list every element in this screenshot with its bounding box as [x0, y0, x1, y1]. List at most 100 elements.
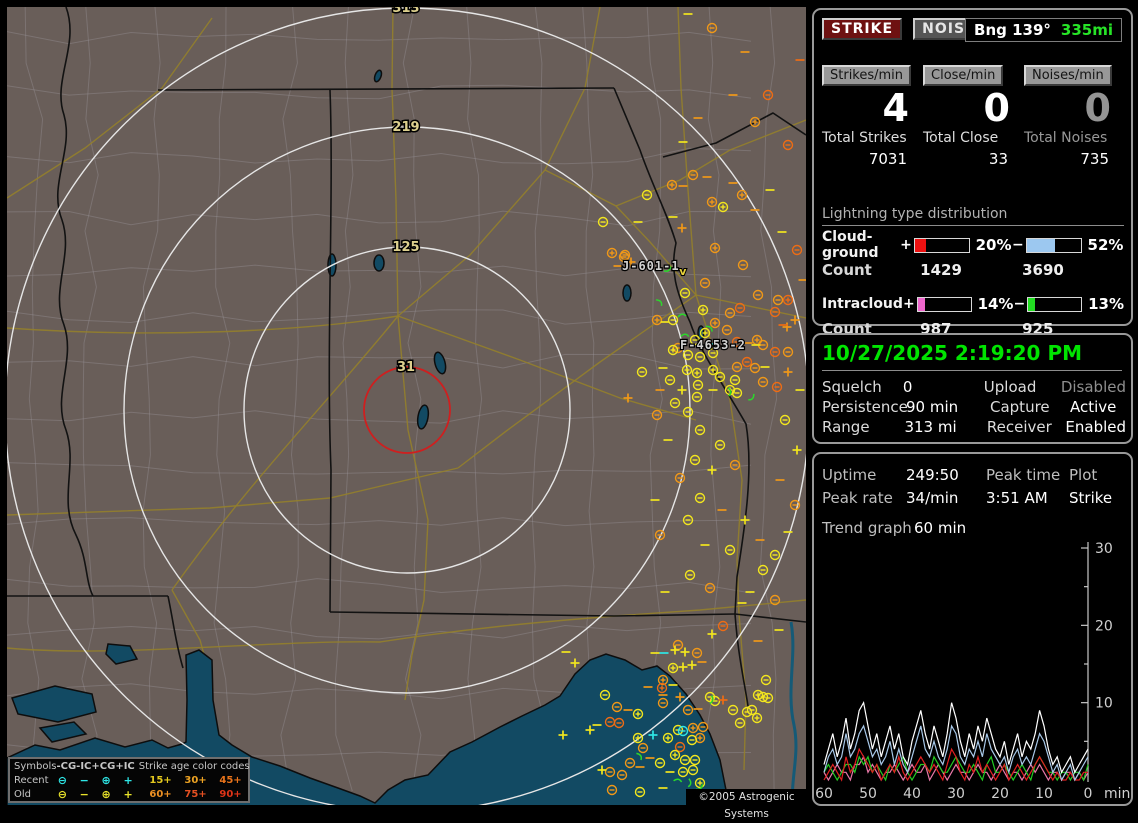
noises-per-min-chip[interactable]: Noises/min: [1024, 65, 1112, 86]
range-value: 313 mi: [904, 418, 957, 436]
total-strikes-value: 7031: [868, 150, 907, 168]
svg-text:20: 20: [991, 786, 1009, 802]
bearing-value: Bng 139°: [974, 21, 1051, 39]
total-noises-value: 735: [1080, 150, 1109, 168]
peak-rate-value: 34/min: [906, 489, 959, 507]
cg-neg-count: 3690: [1022, 261, 1064, 279]
legend-header: Symbols -CG -IC +CG +IC Strike age color…: [14, 760, 250, 774]
upload-value: Disabled: [1060, 378, 1126, 396]
svg-text:125: 125: [392, 240, 419, 255]
legend-row-old: Old ⊖ − ⊕ + 60+ 75+ 90+: [14, 788, 248, 802]
circle-plus-icon: ⊕: [101, 788, 111, 801]
storm-cell-label: J-601-1: [622, 259, 680, 273]
cloud-ground-row: Cloud-ground + 20% − 52%: [822, 229, 1124, 261]
bearing-range: 335mi: [1060, 21, 1113, 39]
capture-value: Active: [1070, 398, 1117, 416]
cg-pos-bar: [913, 237, 970, 253]
svg-text:0: 0: [1084, 786, 1093, 802]
trend-graph-value: 60 min: [914, 519, 967, 537]
svg-text:313: 313: [392, 1, 419, 16]
legend-ages-old: 60+ 75+ 90+: [149, 789, 242, 800]
svg-text:40: 40: [903, 786, 921, 802]
svg-text:min: min: [1104, 786, 1130, 802]
date-time: 10/27/2025 2:19:20 PM: [822, 341, 1122, 371]
minus-icon: −: [79, 788, 89, 801]
cg-pos-count: 1429: [920, 261, 962, 279]
map-legend: Symbols -CG -IC +CG +IC Strike age color…: [8, 757, 250, 803]
storm-cell-label: F-4653-2: [680, 338, 746, 352]
peak-time-value: 3:51 AM: [986, 489, 1048, 507]
legend-header-pos-cg: +CG: [91, 761, 116, 772]
settings-grid: Squelch 0 Upload Disabled Persistence 90…: [822, 377, 1126, 437]
cloud-ground-label: Cloud-ground: [822, 229, 879, 261]
settings-row: Persistence 90 min Capture Active: [822, 397, 1126, 417]
total-close-label: Total Close: [923, 130, 999, 146]
uptime-value: 249:50: [906, 466, 959, 484]
strike-button[interactable]: STRIKE: [822, 18, 903, 40]
minus-sign: −: [1013, 296, 1026, 312]
close-per-min-chip[interactable]: Close/min: [923, 65, 1004, 86]
strikes-per-min-chip[interactable]: Strikes/min: [822, 65, 912, 86]
uptime-label: Uptime: [822, 466, 877, 484]
legend-header-neg-cg: -CG: [56, 761, 77, 772]
trend-graph: 10 20 30 60 50 40 30 20 10 0 min: [816, 541, 1130, 802]
circle-plus-icon: ⊕: [101, 774, 111, 787]
legend-old-label: Old: [14, 789, 31, 800]
peak-rate-label: Peak rate: [822, 489, 893, 507]
svg-text:219: 219: [392, 120, 419, 135]
peak-rate-row: Peak rate 34/min 3:51 AM Strike: [822, 487, 1126, 510]
cg-pos-pct: 20%: [975, 236, 1012, 254]
circle-minus-icon: ⊖: [57, 774, 67, 787]
ic-neg-pct: 13%: [1088, 295, 1124, 313]
svg-text:50: 50: [859, 786, 877, 802]
uptime-grid: Uptime 249:50 Peak time Plot Peak rate 3…: [822, 464, 1126, 539]
squelch-value: 0: [902, 378, 913, 396]
bearing-display: Bng 139° 335mi: [965, 18, 1122, 42]
strikes-per-min-value: 4: [882, 86, 909, 130]
settings-row: Range 313 mi Receiver Enabled: [822, 417, 1126, 437]
noises-per-min-value: 0: [1084, 86, 1111, 130]
total-strikes-label: Total Strikes: [822, 130, 907, 146]
receiver-value: Enabled: [1065, 418, 1127, 436]
persistence-value: 90 min: [906, 398, 959, 416]
upload-label: Upload: [983, 378, 1037, 396]
circle-minus-icon: ⊖: [57, 788, 67, 801]
legend-recent-label: Recent: [14, 775, 49, 786]
range-label: Range: [822, 418, 870, 436]
total-close-value: 33: [988, 150, 1008, 168]
intracloud-label: Intracloud: [822, 296, 903, 312]
noises-column: Noises/min 0 Total Noises 735: [1024, 64, 1125, 168]
legend-row-recent: Recent ⊖ − ⊕ + 15+ 30+ 45+: [14, 774, 248, 788]
svg-text:20: 20: [1095, 618, 1113, 634]
persistence-label: Persistence: [822, 398, 908, 416]
ic-pos-bar: [916, 296, 972, 312]
count-label: Count: [822, 261, 872, 279]
minus-sign: −: [1012, 237, 1024, 253]
status-panel: 10/27/2025 2:19:20 PM Squelch 0 Upload D…: [812, 333, 1133, 444]
close-per-min-value: 0: [983, 86, 1010, 130]
svg-text:30: 30: [947, 786, 965, 802]
svg-text:31: 31: [397, 360, 415, 375]
legend-ages-recent: 15+ 30+ 45+: [149, 775, 242, 786]
legend-header-age-codes: Strike age color codes: [138, 761, 250, 772]
legend-header-neg-ic: -IC: [76, 761, 92, 772]
uptime-row: Uptime 249:50 Peak time Plot: [822, 464, 1126, 487]
legend-header-pos-ic: +IC: [115, 761, 135, 772]
minus-icon: −: [79, 774, 89, 787]
legend-header-symbols: Symbols: [14, 761, 57, 772]
copyright-text: ©2005 Astrogenic Systems: [686, 789, 807, 820]
lightning-map[interactable]: J-601-1 v F-4653-2 31 125 219 313 Symbols -CG…: [0, 0, 810, 820]
cg-neg-pct: 52%: [1087, 236, 1124, 254]
cloud-ground-count-row: Count 1429 3690: [822, 261, 1124, 279]
settings-row: Squelch 0 Upload Disabled: [822, 377, 1126, 397]
trend-panel: Uptime 249:50 Peak time Plot Peak rate 3…: [812, 452, 1133, 806]
receiver-label: Receiver: [986, 418, 1052, 436]
cg-neg-bar: [1025, 237, 1082, 253]
plus-icon: +: [123, 788, 133, 801]
plot-value: Strike: [1069, 489, 1113, 507]
plus-sign: +: [900, 237, 912, 253]
plus-icon: +: [123, 774, 133, 787]
trend-graph-label: Trend graph: [822, 519, 912, 537]
mode-buttons: STRIKE NOISE Bng 139° 335mi: [822, 18, 1122, 42]
strike-stats-panel: STRIKE NOISE Bng 139° 335mi Strikes/min 4…: [812, 8, 1133, 338]
